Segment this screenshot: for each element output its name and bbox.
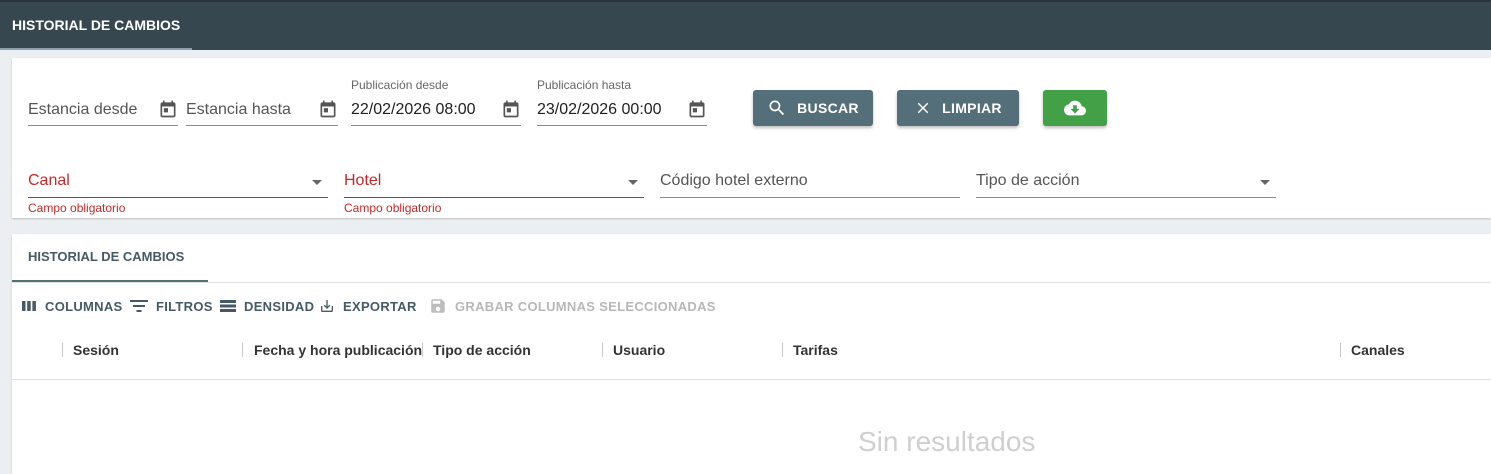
close-icon bbox=[917, 102, 929, 114]
canal-select[interactable]: Canal Campo obligatorio bbox=[28, 168, 328, 216]
column-header-canales[interactable]: Canales bbox=[1351, 342, 1405, 358]
header-divider bbox=[12, 379, 1491, 380]
estancia-desde-placeholder: Estancia desde bbox=[28, 101, 138, 118]
filtros-button[interactable]: FILTROS bbox=[130, 296, 213, 316]
column-separator bbox=[782, 343, 783, 357]
cloud-download-icon bbox=[1064, 100, 1086, 116]
search-icon bbox=[769, 100, 785, 116]
tipo-accion-underline bbox=[976, 197, 1276, 198]
export-icon bbox=[321, 300, 333, 312]
chevron-down-icon bbox=[628, 180, 638, 185]
empty-state-text: Sin resultados bbox=[858, 426, 1036, 457]
hotel-underline bbox=[344, 197, 644, 198]
filters-panel: Estancia desde Estancia hasta Publicació… bbox=[12, 58, 1491, 218]
publicacion-hasta-value: 23/02/2026 00:00 bbox=[537, 101, 662, 118]
buscar-label: BUSCAR bbox=[797, 100, 859, 116]
estancia-desde-underline bbox=[28, 125, 178, 126]
estancia-desde-field[interactable]: Estancia desde bbox=[28, 88, 178, 128]
save-icon bbox=[431, 299, 445, 313]
tipo-accion-placeholder: Tipo de acción bbox=[976, 172, 1080, 189]
publicacion-hasta-field[interactable]: Publicación hasta 23/02/2026 00:00 bbox=[537, 78, 707, 128]
column-separator bbox=[602, 343, 603, 357]
limpiar-label: LIMPIAR bbox=[942, 100, 1002, 116]
columnas-label: COLUMNAS bbox=[45, 298, 123, 314]
filtros-label: FILTROS bbox=[156, 298, 213, 314]
calendar-icon[interactable] bbox=[501, 98, 521, 120]
column-separator bbox=[1340, 343, 1341, 357]
grabar-columnas-label: GRABAR COLUMNAS SELECCIONADAS bbox=[455, 298, 716, 314]
estancia-hasta-field[interactable]: Estancia hasta bbox=[186, 88, 338, 128]
download-button[interactable] bbox=[1043, 90, 1107, 126]
densidad-label: DENSIDAD bbox=[244, 298, 315, 314]
calendar-icon[interactable] bbox=[158, 98, 178, 120]
hotel-placeholder: Hotel bbox=[344, 172, 382, 189]
chevron-down-icon bbox=[1260, 180, 1270, 185]
columns-icon bbox=[22, 301, 36, 311]
canal-placeholder: Canal bbox=[28, 172, 70, 189]
codigo-hotel-underline bbox=[660, 197, 960, 198]
column-header-usuario[interactable]: Usuario bbox=[613, 342, 665, 358]
filter-icon bbox=[130, 300, 148, 312]
publicacion-desde-underline bbox=[351, 125, 521, 126]
publicacion-desde-label: Publicación desde bbox=[351, 78, 449, 92]
tab-historial-de-cambios[interactable]: HISTORIAL DE CAMBIOS bbox=[12, 234, 208, 282]
calendar-icon[interactable] bbox=[318, 98, 338, 120]
publicacion-desde-field[interactable]: Publicación desde 22/02/2026 08:00 bbox=[351, 78, 521, 128]
tipo-accion-select[interactable]: Tipo de acción bbox=[976, 168, 1276, 200]
estancia-hasta-underline bbox=[186, 125, 338, 126]
grabar-columnas-button[interactable]: GRABAR COLUMNAS SELECCIONADAS bbox=[429, 296, 716, 316]
canal-underline bbox=[28, 197, 328, 198]
results-panel: HISTORIAL DE CAMBIOS COLUMNAS FILTROS DE… bbox=[12, 234, 1491, 474]
tab-divider bbox=[12, 282, 1491, 283]
exportar-button[interactable]: EXPORTAR bbox=[319, 296, 417, 316]
chevron-down-icon bbox=[312, 180, 322, 185]
codigo-hotel-placeholder: Código hotel externo bbox=[660, 172, 808, 189]
column-header-tipo-accion[interactable]: Tipo de acción bbox=[433, 342, 531, 358]
columnas-button[interactable]: COLUMNAS bbox=[21, 296, 123, 316]
codigo-hotel-externo-input[interactable]: Código hotel externo bbox=[660, 168, 960, 200]
publicacion-hasta-underline bbox=[537, 125, 707, 126]
header-tab-historial[interactable]: HISTORIAL DE CAMBIOS bbox=[0, 2, 192, 50]
hotel-helper-text: Campo obligatorio bbox=[344, 201, 442, 215]
publicacion-hasta-label: Publicación hasta bbox=[537, 78, 632, 92]
app-header: HISTORIAL DE CAMBIOS bbox=[0, 0, 1491, 50]
calendar-icon[interactable] bbox=[687, 98, 707, 120]
column-header-sesion[interactable]: Sesión bbox=[73, 342, 119, 358]
limpiar-button[interactable]: LIMPIAR bbox=[897, 90, 1019, 126]
buscar-button[interactable]: BUSCAR bbox=[753, 90, 873, 126]
column-separator bbox=[242, 343, 243, 357]
column-header-fecha-publicacion[interactable]: Fecha y hora publicación bbox=[254, 342, 422, 358]
estancia-hasta-placeholder: Estancia hasta bbox=[186, 101, 291, 118]
column-separator bbox=[422, 343, 423, 357]
densidad-button[interactable]: DENSIDAD bbox=[220, 296, 314, 316]
publicacion-desde-value: 22/02/2026 08:00 bbox=[351, 101, 476, 118]
hotel-select[interactable]: Hotel Campo obligatorio bbox=[344, 168, 644, 216]
column-separator bbox=[62, 343, 63, 357]
column-header-tarifas[interactable]: Tarifas bbox=[793, 342, 838, 358]
canal-helper-text: Campo obligatorio bbox=[28, 201, 126, 215]
density-icon bbox=[220, 300, 236, 312]
exportar-label: EXPORTAR bbox=[343, 298, 417, 314]
